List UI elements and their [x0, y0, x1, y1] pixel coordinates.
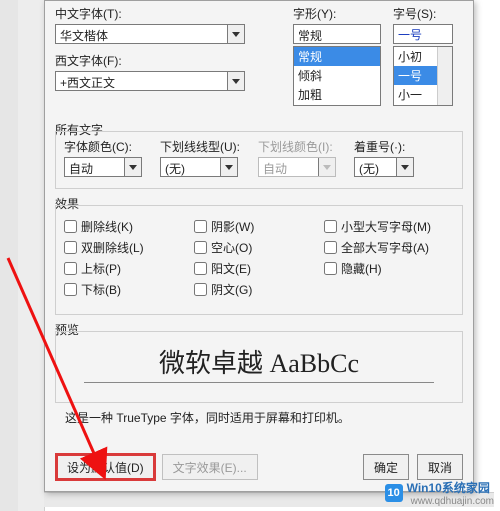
shadow-checkbox[interactable]: 阴影(W)	[194, 218, 324, 235]
subscript-checkbox[interactable]: 下标(B)	[64, 281, 194, 298]
underline-style-select[interactable]: (无)	[160, 157, 238, 177]
cancel-button[interactable]: 取消	[417, 454, 463, 480]
smallcaps-checkbox[interactable]: 小型大写字母(M)	[324, 218, 454, 235]
checkbox-label: 全部大写字母(A)	[341, 239, 429, 256]
font-top-area: 中文字体(T): 华文楷体 西文字体(F): +西文正文 字形(Y): 常规 常…	[55, 5, 463, 106]
effects-group: 删除线(K) 双删除线(L) 上标(P) 下标(B) 阴影(W) 空心(O) 阳…	[55, 205, 463, 315]
list-item[interactable]: 倾斜	[294, 66, 380, 85]
font-color-select[interactable]: 自动	[64, 157, 142, 177]
en-font-select[interactable]: +西文正文	[55, 71, 245, 91]
checkbox-label: 下标(B)	[81, 281, 121, 298]
underline-style-value: (无)	[161, 158, 220, 176]
font-color-value: 自动	[65, 158, 124, 176]
font-color-label: 字体颜色(C):	[64, 138, 142, 155]
watermark-url: www.qdhuajin.com	[411, 496, 494, 507]
checkbox-label: 上标(P)	[81, 260, 121, 277]
button-label: 取消	[428, 459, 452, 476]
size-input[interactable]: 一号	[393, 24, 453, 44]
en-font-label: 西文字体(F):	[55, 52, 287, 69]
chevron-down-icon	[220, 158, 237, 176]
checkbox-label: 阳文(E)	[211, 260, 251, 277]
checkbox-label: 空心(O)	[211, 239, 252, 256]
emboss-checkbox[interactable]: 阳文(E)	[194, 260, 324, 277]
checkbox-label: 阴文(G)	[211, 281, 252, 298]
preview-group: 微软卓越 AaBbCc	[55, 331, 463, 403]
watermark-title: Win10系统家园	[407, 479, 494, 496]
chevron-down-icon	[124, 158, 141, 176]
checkbox-label: 隐藏(H)	[341, 260, 382, 277]
all-text-group: 字体颜色(C): 自动 下划线线型(U): (无) 下划线颜色(I): 自动 着…	[55, 131, 463, 189]
chevron-down-icon	[227, 72, 244, 90]
cn-font-value: 华文楷体	[56, 25, 227, 43]
font-dialog: 中文字体(T): 华文楷体 西文字体(F): +西文正文 字形(Y): 常规 常…	[44, 0, 474, 492]
emphasis-value: (无)	[355, 158, 396, 176]
underline-color-label: 下划线颜色(I):	[258, 138, 336, 155]
size-listbox[interactable]: 小初 一号 小一	[393, 46, 453, 106]
preview-text: 微软卓越 AaBbCc	[84, 338, 434, 383]
double-strike-checkbox[interactable]: 双删除线(L)	[64, 239, 194, 256]
emphasis-label: 着重号(·):	[354, 138, 414, 155]
outline-checkbox[interactable]: 空心(O)	[194, 239, 324, 256]
underline-color-select: 自动	[258, 157, 336, 177]
dialog-buttons: 设为默认值(D) 文字效果(E)... 确定 取消	[55, 453, 463, 481]
strikethrough-checkbox[interactable]: 删除线(K)	[64, 218, 194, 235]
style-value: 常规	[294, 25, 380, 43]
chevron-down-icon	[227, 25, 244, 43]
list-item[interactable]: 常规	[294, 47, 380, 66]
underline-color-value: 自动	[259, 158, 318, 176]
button-label: 设为默认值(D)	[67, 459, 144, 476]
underline-style-label: 下划线线型(U):	[160, 138, 240, 155]
cn-font-select[interactable]: 华文楷体	[55, 24, 245, 44]
size-value: 一号	[394, 24, 452, 45]
list-item[interactable]: 加粗	[294, 85, 380, 104]
allcaps-checkbox[interactable]: 全部大写字母(A)	[324, 239, 454, 256]
cn-font-label: 中文字体(T):	[55, 5, 287, 22]
checkbox-label: 阴影(W)	[211, 218, 254, 235]
checkbox-label: 双删除线(L)	[81, 239, 144, 256]
button-label: 文字效果(E)...	[173, 459, 247, 476]
checkbox-label: 删除线(K)	[81, 218, 133, 235]
chevron-down-icon	[318, 158, 335, 176]
chevron-down-icon	[396, 158, 413, 176]
text-effects-button: 文字效果(E)...	[162, 454, 258, 480]
engrave-checkbox[interactable]: 阴文(G)	[194, 281, 324, 298]
size-label: 字号(S):	[393, 5, 463, 22]
watermark: 10 Win10系统家园 www.qdhuajin.com	[385, 479, 494, 507]
logo-icon: 10	[385, 484, 403, 502]
button-label: 确定	[374, 459, 398, 476]
ok-button[interactable]: 确定	[363, 454, 409, 480]
emphasis-select[interactable]: (无)	[354, 157, 414, 177]
style-label: 字形(Y):	[293, 5, 387, 22]
scrollbar[interactable]	[437, 47, 452, 105]
en-font-value: +西文正文	[56, 72, 227, 90]
hidden-checkbox[interactable]: 隐藏(H)	[324, 260, 454, 277]
preview-note: 这是一种 TrueType 字体，同时适用于屏幕和打印机。	[65, 409, 350, 426]
style-listbox[interactable]: 常规 倾斜 加粗	[293, 46, 381, 106]
superscript-checkbox[interactable]: 上标(P)	[64, 260, 194, 277]
checkbox-label: 小型大写字母(M)	[341, 218, 431, 235]
style-input[interactable]: 常规	[293, 24, 381, 44]
set-default-button[interactable]: 设为默认值(D)	[55, 453, 156, 481]
